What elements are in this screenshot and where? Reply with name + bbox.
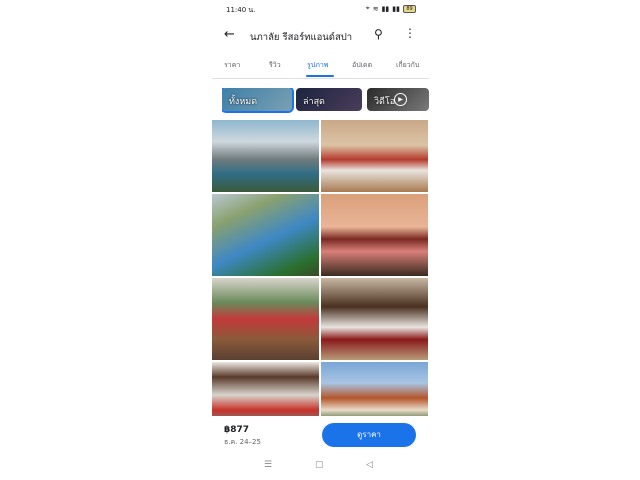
back-nav-icon[interactable]: ◁ xyxy=(366,460,373,470)
photo-bedroom[interactable] xyxy=(321,278,428,360)
photo-grid xyxy=(212,120,429,416)
tab-about[interactable]: เกี่ยวกับ xyxy=(396,60,419,71)
home-icon[interactable]: ▢ xyxy=(315,460,324,470)
view-prices-button[interactable]: ดูราคา xyxy=(322,423,416,447)
photo-lobby[interactable] xyxy=(212,278,319,360)
active-tab-indicator xyxy=(306,75,334,77)
photo-twin-bedroom[interactable] xyxy=(321,120,428,192)
wifi-icon: ≋ xyxy=(372,4,379,13)
status-icons: ⌖ ≋ ▮▮ ▮▮ 89 xyxy=(366,4,416,13)
system-nav-bar: ☰ ▢ ◁ xyxy=(212,456,429,478)
search-icon[interactable]: ⚲ xyxy=(374,27,383,41)
tab-reviews[interactable]: รีวิว xyxy=(269,60,281,71)
more-vert-icon[interactable]: ⋮ xyxy=(404,26,416,40)
tab-bar: ราคา รีวิว รูปภาพ อัปเดต เกี่ยวกับ xyxy=(212,56,429,79)
chip-latest[interactable]: ล่าสุด xyxy=(296,88,362,111)
location-icon: ⌖ xyxy=(365,4,370,12)
price-value: ฿877 xyxy=(224,425,250,435)
phone-screen: 11:40 น. ⌖ ≋ ▮▮ ▮▮ 89 ← นภาลัย รีสอร์ทแอ… xyxy=(212,0,429,480)
price-footer: ฿877 ธ.ค. 24–25 ดูราคา xyxy=(212,416,429,454)
arrow-back-icon[interactable]: ← xyxy=(224,27,235,42)
play-icon: ▶ xyxy=(394,93,407,106)
tab-photos[interactable]: รูปภาพ xyxy=(307,60,328,71)
photo-pool-aerial[interactable] xyxy=(212,194,319,276)
tab-prices[interactable]: ราคา xyxy=(224,60,240,71)
chip-latest-label: ล่าสุด xyxy=(303,97,325,107)
page-title: นภาลัย รีสอร์ทแอนด์สปา xyxy=(250,32,353,43)
stay-dates: ธ.ค. 24–25 xyxy=(224,438,261,446)
signal-icon: ▮▮ xyxy=(381,4,390,13)
chip-video[interactable]: วิดีโอ ▶ xyxy=(367,88,429,111)
chip-video-label: วิดีโอ xyxy=(374,97,396,107)
status-bar: 11:40 น. ⌖ ≋ ▮▮ ▮▮ 89 xyxy=(212,0,429,18)
battery-icon: 89 xyxy=(403,4,416,13)
menu-icon[interactable]: ☰ xyxy=(264,460,272,470)
photo-bathroom[interactable] xyxy=(321,194,428,276)
signal-icon-2: ▮▮ xyxy=(392,4,400,13)
status-time: 11:40 น. xyxy=(226,6,256,14)
chip-all[interactable]: ทั้งหมด xyxy=(222,88,294,113)
photo-exterior[interactable] xyxy=(321,362,428,416)
photo-restaurant[interactable] xyxy=(212,362,319,416)
app-header: ← นภาลัย รีสอร์ทแอนด์สปา ⚲ ⋮ xyxy=(212,22,429,50)
photo-filter-chips: ทั้งหมด ล่าสุด วิดีโอ ▶ xyxy=(222,88,429,113)
chip-all-label: ทั้งหมด xyxy=(229,97,258,107)
tab-updates[interactable]: อัปเดต xyxy=(352,60,372,71)
photo-pool-building[interactable] xyxy=(212,120,319,192)
